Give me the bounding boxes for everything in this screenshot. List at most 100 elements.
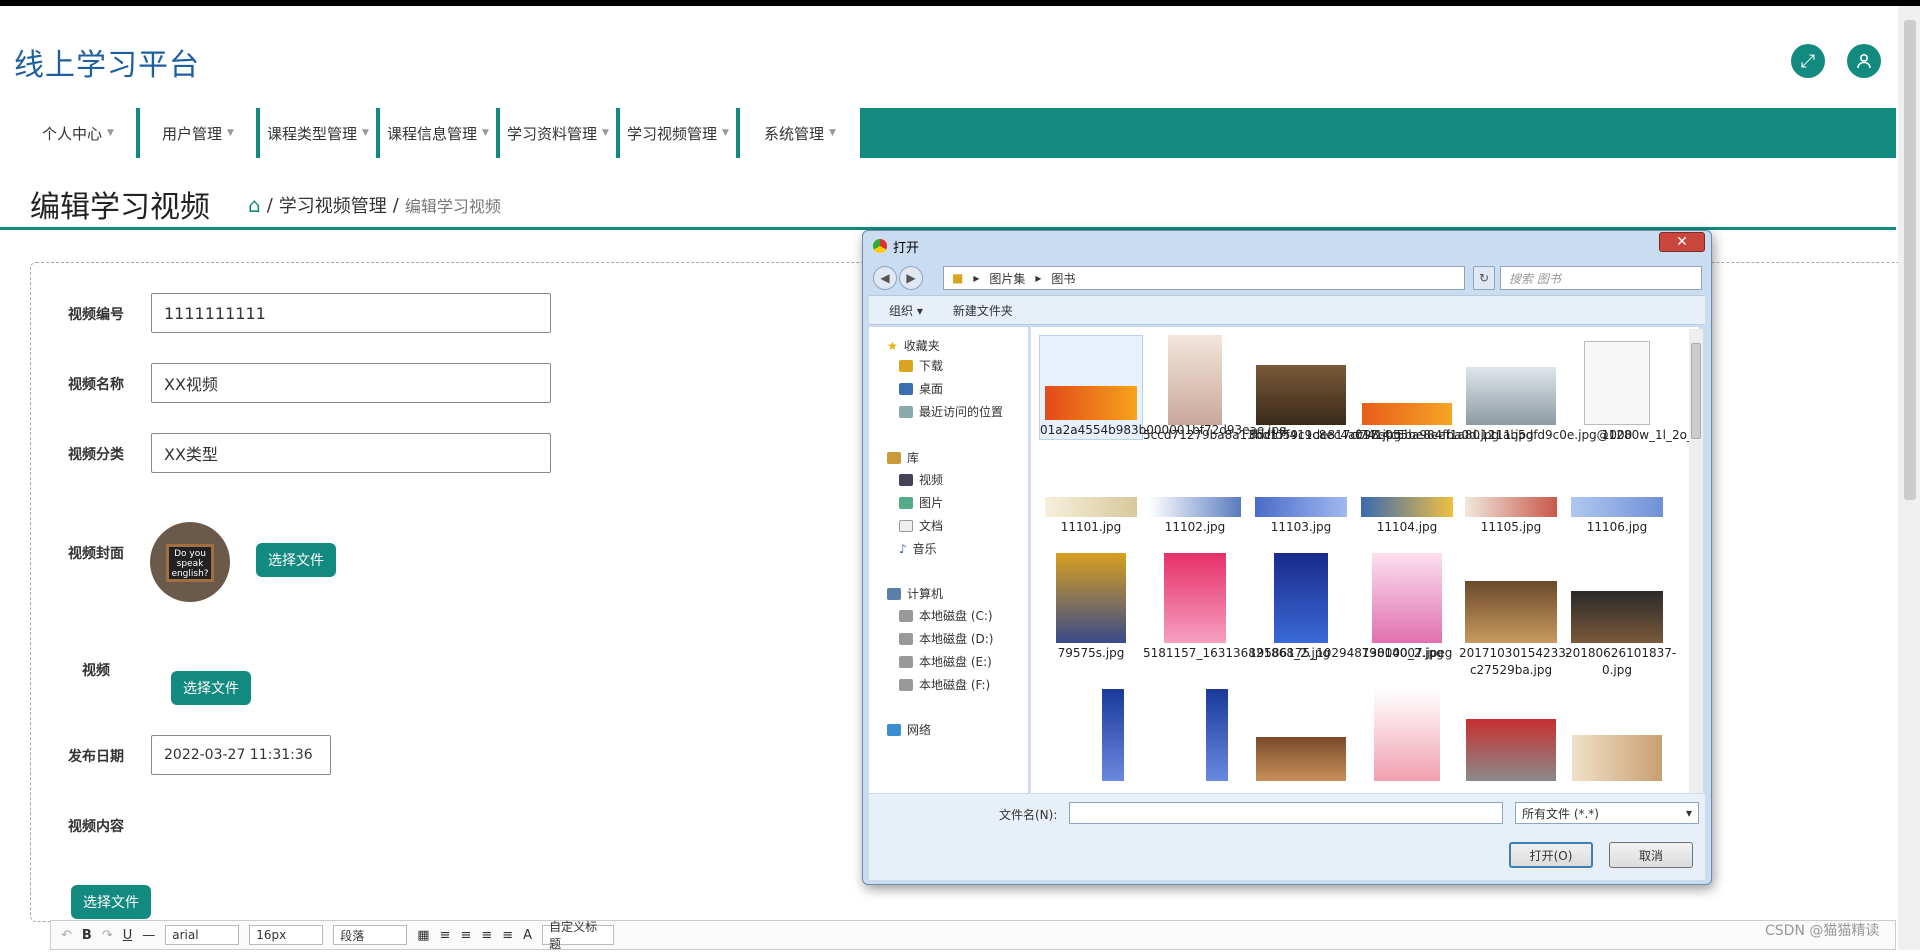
nav-desktop[interactable]: 桌面: [899, 380, 943, 397]
nav-downloads[interactable]: 下载: [899, 357, 943, 374]
file-item[interactable]: [1565, 689, 1669, 783]
file-item[interactable]: 01a2a4554b983b000001bf72d93eae.jpg: [1039, 335, 1287, 440]
file-item[interactable]: [1355, 689, 1459, 783]
size-select[interactable]: 16px: [249, 925, 324, 945]
cancel-button[interactable]: 取消: [1609, 842, 1693, 868]
dialog-title: 打开: [893, 241, 920, 256]
file-item[interactable]: 11101.jpg: [1039, 497, 1143, 536]
video-id-input[interactable]: 1111111111: [151, 293, 551, 333]
file-item[interactable]: 11106.jpg: [1565, 497, 1669, 536]
nav-item-system[interactable]: 系统管理 ▼: [740, 108, 862, 158]
user-icon[interactable]: [1847, 44, 1881, 78]
hr-icon[interactable]: —: [142, 928, 155, 943]
nav-recent[interactable]: 最近访问的位置: [899, 403, 1003, 420]
command-bar: 组织 ▾ 新建文件夹: [869, 295, 1705, 325]
nav-videos[interactable]: 视频: [899, 471, 943, 488]
content-choose-file-button[interactable]: 选择文件: [71, 885, 151, 919]
open-button[interactable]: 打开(O): [1509, 842, 1593, 868]
nav-item-course-info[interactable]: 课程信息管理 ▼: [380, 108, 498, 158]
cover-choose-file-button[interactable]: 选择文件: [256, 543, 336, 577]
main-nav: 个人中心 ▼ 用户管理 ▼ 课程类型管理 ▼ 课程信息管理 ▼ 学习资料管理 ▼ 学习视频…: [20, 108, 1896, 158]
path-segment[interactable]: 图片集: [989, 270, 1025, 287]
close-icon[interactable]: ✕: [1659, 232, 1705, 252]
video-name-input[interactable]: XX视频: [151, 363, 551, 403]
filetype-select[interactable]: 所有文件 (*.*) ▾: [1515, 802, 1699, 824]
publish-date-input[interactable]: 2022-03-27 11:31:36: [151, 735, 331, 775]
align-center-icon[interactable]: ≡: [460, 928, 471, 943]
filename-input[interactable]: [1069, 802, 1503, 824]
nav-library[interactable]: 库: [887, 449, 919, 466]
file-item[interactable]: 5181157_163136821868_2.jpg: [1143, 553, 1330, 662]
folder-icon: ■: [952, 271, 964, 285]
file-item[interactable]: 11102.jpg: [1143, 497, 1247, 536]
page-scrollbar-thumb[interactable]: [1904, 20, 1916, 500]
nav-pictures[interactable]: 图片: [899, 494, 943, 511]
file-item[interactable]: 79814007.jpeg: [1355, 553, 1459, 662]
chrome-icon: [873, 239, 887, 253]
video-category-input[interactable]: XX类型: [151, 433, 551, 473]
justify-icon[interactable]: ≡: [502, 928, 513, 943]
nav-favorites[interactable]: ★ 收藏夹: [887, 337, 940, 354]
search-input[interactable]: 搜索 图书: [1500, 266, 1702, 290]
video-category-label: 视频分类: [68, 447, 124, 463]
file-item[interactable]: 1000: [1565, 335, 1669, 444]
new-folder-button[interactable]: 新建文件夹: [953, 302, 1013, 319]
custom-title-select[interactable]: 自定义标题: [542, 920, 615, 951]
video-choose-file-button[interactable]: 选择文件: [171, 671, 251, 705]
forward-icon[interactable]: ▶: [899, 266, 923, 290]
navigation-pane: ★ 收藏夹 下载 桌面 最近访问的位置 库 视频 图片 文档 ♪ 音乐 计算机 本地…: [869, 327, 1029, 793]
page-title: 编辑学习视频: [30, 190, 210, 225]
nav-disk-f[interactable]: 本地磁盘 (F:): [899, 676, 990, 693]
cover-image: Do you speak english?: [150, 522, 230, 602]
file-item[interactable]: [1459, 689, 1563, 783]
path-segment[interactable]: 图书: [1051, 270, 1075, 287]
nav-item-users[interactable]: 用户管理 ▼: [140, 108, 258, 158]
fullscreen-icon[interactable]: ⤢: [1791, 44, 1825, 78]
nav-disk-c[interactable]: 本地磁盘 (C:): [899, 607, 993, 624]
file-item[interactable]: 017e055be8eef1a80121ab5dfd9c0e.jpg@1280w…: [1355, 335, 1699, 444]
filename-label: 文件名(N):: [999, 808, 1058, 822]
file-item[interactable]: 11104.jpg: [1355, 497, 1459, 536]
nav-item-profile[interactable]: 个人中心 ▼: [20, 108, 138, 158]
font-color-icon[interactable]: A: [523, 928, 532, 943]
file-item[interactable]: 79575s.jpg: [1039, 553, 1143, 662]
back-icon[interactable]: ◀: [873, 266, 897, 290]
file-item[interactable]: 111.jpg: [1459, 335, 1563, 444]
nav-item-course-types[interactable]: 课程类型管理 ▼: [260, 108, 378, 158]
file-list-scrollbar[interactable]: [1689, 329, 1703, 793]
table-icon[interactable]: ▦: [417, 928, 429, 943]
paragraph-select[interactable]: 段落: [333, 925, 408, 945]
organize-button[interactable]: 组织 ▾: [889, 302, 923, 319]
file-item[interactable]: 20180626101837-0.jpg: [1565, 553, 1676, 679]
header: 线上学习平台 ⤢: [0, 6, 1896, 108]
file-item[interactable]: 8dcfd59c9c8ec4af7414c5ba984fba0d.jpg: [1249, 335, 1499, 444]
file-item[interactable]: 5ccd71279ba8a13bd17f411de817cc98.jpg: [1143, 335, 1401, 444]
file-item[interactable]: [1249, 689, 1353, 783]
file-item[interactable]: 11105.jpg: [1459, 497, 1563, 536]
file-item[interactable]: [1061, 689, 1165, 783]
underline-icon[interactable]: U: [123, 928, 133, 943]
nav-disk-e[interactable]: 本地磁盘 (E:): [899, 653, 992, 670]
nav-computer[interactable]: 计算机: [887, 585, 943, 602]
nav-disk-d[interactable]: 本地磁盘 (D:): [899, 630, 993, 647]
refresh-icon[interactable]: ↻: [1473, 266, 1495, 290]
home-icon[interactable]: ⌂: [248, 193, 261, 217]
bold-icon[interactable]: B: [82, 928, 92, 943]
watermark: CSDN @猫猫精读: [1765, 923, 1880, 939]
breadcrumb-parent[interactable]: 学习视频管理: [279, 192, 387, 218]
address-bar[interactable]: ■ ▸ 图片集 ▸ 图书: [943, 266, 1465, 290]
nav-music[interactable]: ♪ 音乐: [899, 540, 937, 557]
align-left-icon[interactable]: ≡: [440, 928, 451, 943]
redo-icon[interactable]: ↷: [102, 928, 113, 943]
file-item[interactable]: 11103.jpg: [1249, 497, 1353, 536]
nav-documents[interactable]: 文档: [899, 517, 943, 534]
undo-icon[interactable]: ↶: [61, 928, 72, 943]
align-right-icon[interactable]: ≡: [481, 928, 492, 943]
font-select[interactable]: arial: [165, 925, 240, 945]
nav-network[interactable]: 网络: [887, 721, 931, 738]
page-header: 编辑学习视频 ⌂ / 学习视频管理 / 编辑学习视频: [0, 168, 1896, 230]
nav-item-videos[interactable]: 学习视频管理 ▼: [620, 108, 738, 158]
file-item[interactable]: 19586175_102948130000_2.jpg: [1249, 553, 1444, 662]
nav-item-materials[interactable]: 学习资料管理 ▼: [500, 108, 618, 158]
file-item[interactable]: 20171030154233-c27529ba.jpg: [1459, 553, 1570, 679]
